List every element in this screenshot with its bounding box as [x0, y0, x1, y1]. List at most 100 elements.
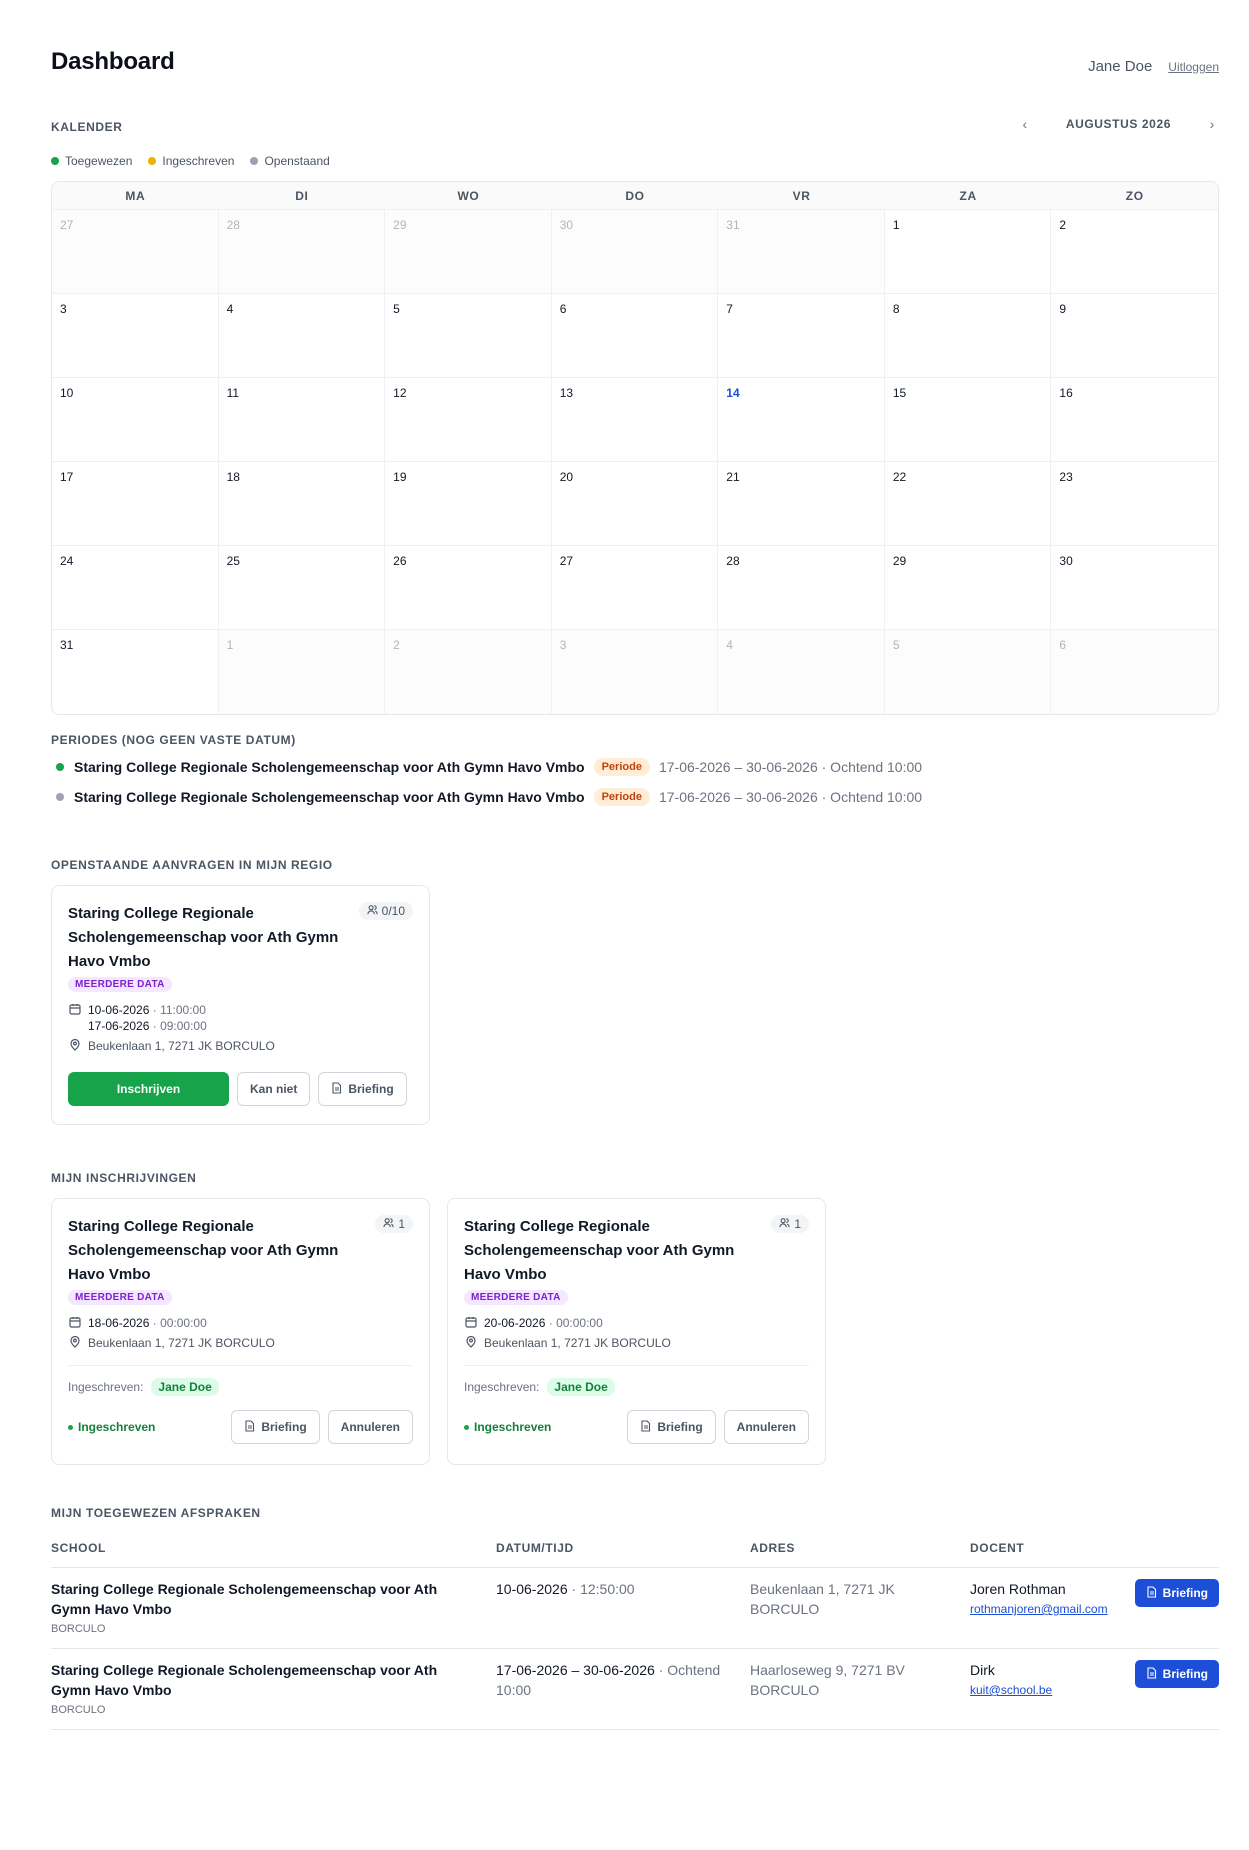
calendar-day[interactable]: 4 — [218, 294, 386, 378]
document-icon — [1146, 1666, 1157, 1682]
calendar-day-outside[interactable]: 30 — [551, 210, 719, 294]
teacher-email-link[interactable]: rothmanjoren@gmail.com — [970, 1599, 1108, 1619]
briefing-button[interactable]: Briefing — [627, 1410, 716, 1444]
cancel-button[interactable]: Annuleren — [723, 1410, 809, 1444]
signup-button[interactable]: Inschrijven — [68, 1072, 229, 1106]
calendar-day[interactable]: 5 — [385, 294, 552, 378]
calendar-day[interactable]: 2 — [1051, 210, 1218, 294]
calendar-day[interactable]: 1 — [884, 210, 1052, 294]
calendar-day[interactable]: 10 — [52, 378, 219, 462]
calendar-day[interactable]: 31 — [52, 630, 219, 714]
calendar-day[interactable]: 22 — [884, 462, 1052, 546]
school-city: BORCULO — [51, 1623, 106, 1635]
calendar-day[interactable]: 20 — [551, 462, 719, 546]
calendar-day[interactable]: 25 — [218, 546, 386, 630]
calendar-weekdays: MA DI WO DO VR ZA ZO — [52, 182, 1218, 210]
card-title: Staring College Regionale Scholengemeens… — [68, 905, 339, 970]
periods-section: PERIODES (NOG GEEN VASTE DATUM) Staring … — [51, 733, 922, 807]
calendar-day[interactable]: 29 — [884, 546, 1052, 630]
calendar-day[interactable]: 9 — [1051, 294, 1218, 378]
calendar-day[interactable]: 21 — [718, 462, 885, 546]
calendar-day-outside[interactable]: 28 — [218, 210, 386, 294]
calendar-day[interactable]: 30 — [1051, 546, 1218, 630]
briefing-button[interactable]: Briefing — [1134, 1579, 1219, 1607]
card-actions: Briefing Annuleren — [231, 1410, 413, 1444]
period-item[interactable]: Staring College Regionale Scholengemeens… — [51, 757, 922, 777]
teacher-email-link[interactable]: kuit@school.be — [970, 1680, 1052, 1700]
cannot-button[interactable]: Kan niet — [237, 1072, 311, 1106]
users-icon — [779, 1217, 790, 1231]
briefing-label: Briefing — [261, 1420, 307, 1434]
calendar-day[interactable]: 13 — [551, 378, 719, 462]
column-header: ADRES — [750, 1540, 796, 1555]
briefing-label: Briefing — [657, 1420, 703, 1434]
location-pin-icon — [464, 1335, 478, 1349]
user-area: Jane Doe Uitloggen — [1088, 58, 1219, 75]
status-dot-icon — [56, 763, 64, 771]
date-value: 20-06-2026 — [484, 1316, 546, 1330]
teacher-info: Dirk kuit@school.be — [970, 1660, 1052, 1700]
calendar-day[interactable]: 18 — [218, 462, 386, 546]
appointments-label: MIJN TOEGEWEZEN AFSPRAKEN — [51, 1506, 261, 1520]
next-month-icon[interactable]: › — [1205, 116, 1219, 132]
briefing-label: Briefing — [1162, 1667, 1208, 1681]
calendar-day[interactable]: 15 — [884, 378, 1052, 462]
calendar-day[interactable]: 17 — [52, 462, 219, 546]
calendar-day[interactable]: 8 — [884, 294, 1052, 378]
date-value: 17-06-2026 – 30-06-2026 — [496, 1662, 655, 1678]
count-value: 1 — [398, 1217, 405, 1231]
address-value: Beukenlaan 1, 7271 JK BORCULO — [88, 1039, 275, 1053]
calendar-day[interactable]: 24 — [52, 546, 219, 630]
date-row: 18-06-2026 · 00:00:00 — [68, 1315, 413, 1331]
weekday-label: DI — [295, 189, 309, 203]
prev-month-icon[interactable]: ‹ — [1018, 116, 1032, 132]
calendar-day[interactable]: 28 — [718, 546, 885, 630]
card-meta: 10-06-2026 · 11:00:00 17-06-2026 · 09:00… — [68, 1002, 413, 1054]
period-item[interactable]: Staring College Regionale Scholengemeens… — [51, 787, 922, 807]
calendar-day-outside[interactable]: 29 — [385, 210, 552, 294]
calendar-day[interactable]: 7 — [718, 294, 885, 378]
logout-link[interactable]: Uitloggen — [1168, 60, 1219, 74]
calendar-day[interactable]: 6 — [551, 294, 719, 378]
calendar-day[interactable]: 27 — [551, 546, 719, 630]
date-row: 10-06-2026 · 11:00:00 17-06-2026 · 09:00… — [68, 1002, 413, 1034]
calendar-day[interactable]: 3 — [52, 294, 219, 378]
card-actions: Inschrijven Kan niet Briefing — [68, 1072, 413, 1106]
calendar-day[interactable]: 26 — [385, 546, 552, 630]
calendar-day[interactable]: 16 — [1051, 378, 1218, 462]
address-cell: Beukenlaan 1, 7271 JK BORCULO — [750, 1581, 895, 1617]
calendar-day[interactable]: 11 — [218, 378, 386, 462]
school-cell: Staring College Regionale Scholengemeens… — [51, 1579, 461, 1648]
status-badge: Ingeschreven — [464, 1420, 551, 1434]
enrolled-name: Jane Doe — [547, 1378, 615, 1396]
table-row: Staring College Regionale Scholengemeens… — [51, 1649, 1219, 1730]
calendar-day-outside[interactable]: 4 — [718, 630, 885, 714]
calendar-header: KALENDER ‹ AUGUSTUS 2026 › — [51, 116, 1219, 138]
teacher-cell: Dirk kuit@school.be Briefing — [970, 1660, 1219, 1729]
calendar-day[interactable]: 14 — [718, 378, 885, 462]
enrolled-label: Ingeschreven: — [464, 1380, 540, 1394]
calendar: MA DI WO DO VR ZA ZO 27 28 29 30 31 1 2 3 4 5 6 7 8 9… — [51, 181, 1219, 715]
briefing-button[interactable]: Briefing — [1134, 1660, 1219, 1688]
address-value: Beukenlaan 1, 7271 JK BORCULO — [484, 1336, 671, 1350]
calendar-day[interactable]: 12 — [385, 378, 552, 462]
open-requests-label: OPENSTAANDE AANVRAGEN IN MIJN REGIO — [51, 858, 333, 872]
calendar-grid: 27 28 29 30 31 1 2 3 4 5 6 7 8 9 10 11 12 13 14 15 16 17 18 19 2… — [52, 210, 1218, 714]
calendar-day[interactable]: 23 — [1051, 462, 1218, 546]
calendar-day[interactable]: 19 — [385, 462, 552, 546]
calendar-day-outside[interactable]: 1 — [218, 630, 386, 714]
calendar-day-outside[interactable]: 3 — [551, 630, 719, 714]
address-value: Beukenlaan 1, 7271 JK BORCULO — [88, 1336, 275, 1350]
count-value: 1 — [794, 1217, 801, 1231]
legend-item-enrolled: Ingeschreven — [148, 154, 234, 168]
card-meta: 18-06-2026 · 00:00:00 Beukenlaan 1, 7271… — [68, 1315, 413, 1351]
calendar-day-outside[interactable]: 31 — [718, 210, 885, 294]
calendar-day-outside[interactable]: 6 — [1051, 630, 1218, 714]
briefing-button[interactable]: Briefing — [318, 1072, 407, 1106]
cancel-button[interactable]: Annuleren — [327, 1410, 413, 1444]
calendar-day-outside[interactable]: 27 — [52, 210, 219, 294]
calendar-day-outside[interactable]: 5 — [884, 630, 1052, 714]
calendar-day-outside[interactable]: 2 — [385, 630, 552, 714]
briefing-button[interactable]: Briefing — [231, 1410, 320, 1444]
enrolled-label: Ingeschreven: — [68, 1380, 144, 1394]
